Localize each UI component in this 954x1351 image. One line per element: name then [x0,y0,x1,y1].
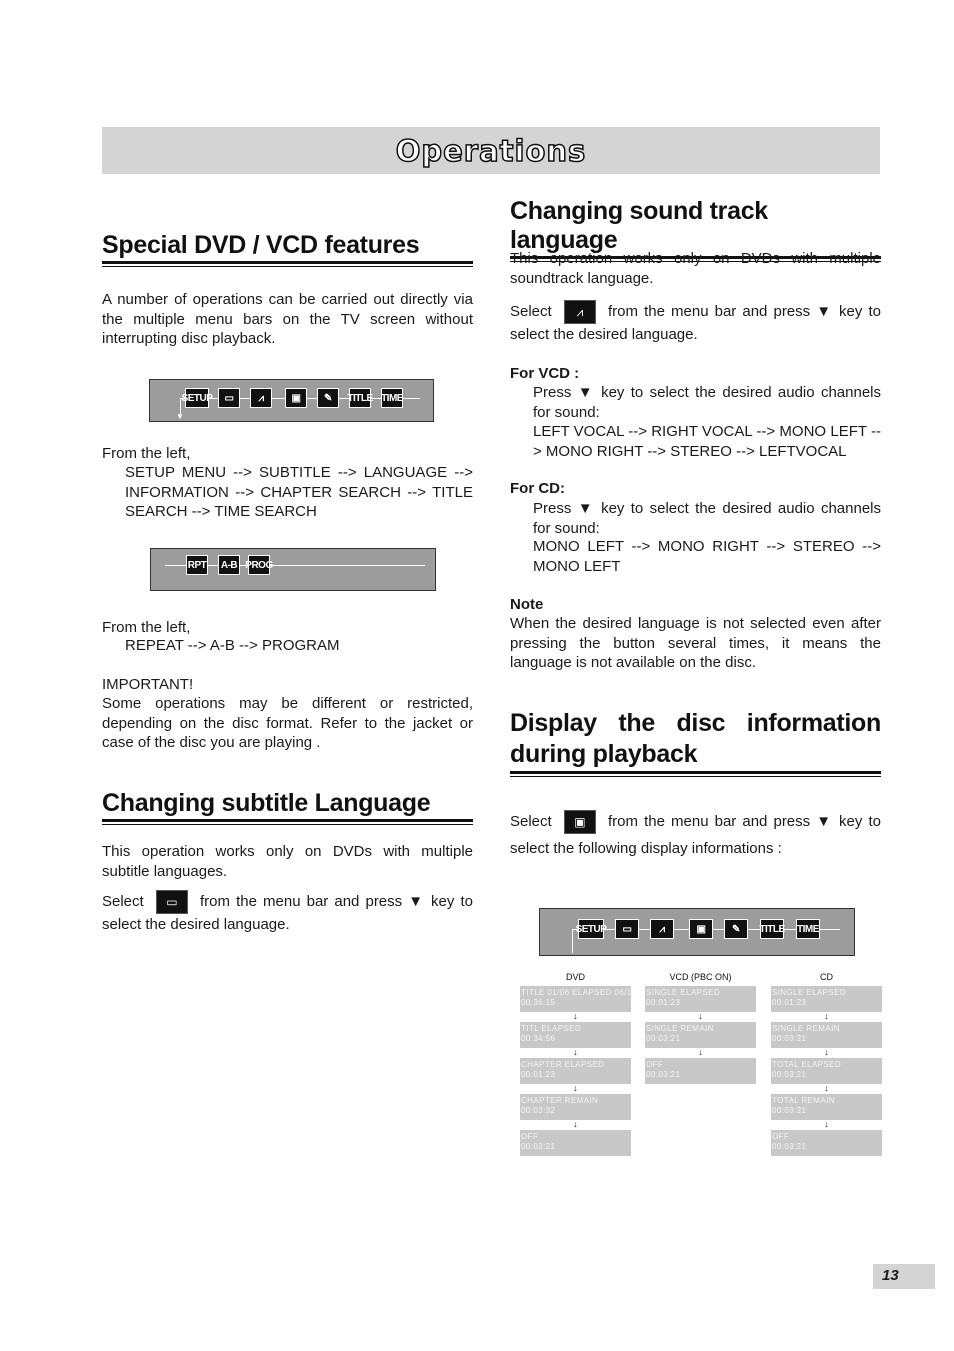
language-icon: ⩘ [563,300,596,324]
chapter-search-icon[interactable]: ✎ [724,919,748,939]
display-mode-box: TOTAL ELAPSED 00:03:21 [771,1058,882,1084]
language-icon[interactable]: ⩘ [650,919,674,939]
menu-sequence-2: REPEAT --> A-B --> PROGRAM [125,637,340,654]
time-search-icon[interactable]: TIME [381,388,403,408]
display-mode-box: TITL ELAPSED 00:34:56 [520,1022,631,1048]
main-menu-bar: ▼ SETUP ▭ ⩘ ▣ ✎ TITLE TIME [149,379,434,422]
vcd-text: Press ▼ key to select the desired audio … [533,384,881,421]
subtitle-icon[interactable]: ▭ [218,388,240,408]
display-mode-box: SINGLE ELAPSED 00:01:23 [645,986,756,1012]
display-mode-box: CHAPTER ELAPSED 00:01:23 [520,1058,631,1084]
display-column-cd: CD SINGLE ELAPSED 00:01:23 ↓ SINGLE REMAIN 00… [771,972,882,1156]
display-mode-box: TOTAL REMAIN 00:03:21 [771,1094,882,1120]
subtitle-icon[interactable]: ▭ [615,919,639,939]
page-header: Operations [102,127,880,174]
subtitle-icon: ▭ [155,890,188,914]
title-search-icon[interactable]: TITLE [759,919,785,939]
display-mode-box: CHAPTER REMAIN 00:03:32 [520,1094,631,1120]
display-mode-box: OFF 00:03:21 [520,1130,631,1156]
vcd-sequence: LEFT VOCAL --> RIGHT VOCAL --> MONO LEFT… [533,423,881,460]
heading-subtitle: Changing subtitle Language [102,789,473,825]
note-label: Note [510,596,544,613]
display-mode-box: TITLE 01/06 ELAPSED 06/19 00:36:15 [520,986,631,1012]
chapter-search-icon[interactable]: ✎ [317,388,339,408]
from-left-1: From the left, [102,445,191,462]
heading-display-info: Display the disc information during play… [510,708,881,777]
display-column-vcd-pbc-on: VCD (PBC ON) SINGLE ELAPSED 00:01:23 ↓ SINGL… [645,972,756,1084]
column-title: VCD (PBC ON) [669,972,732,982]
program-icon[interactable]: PROG [245,555,273,575]
language-icon[interactable]: ⩘ [250,388,272,408]
display-mode-box: OFF 00:03:21 [645,1058,756,1084]
information-icon: ▣ [563,810,596,835]
ab-repeat-icon[interactable]: A-B [218,555,240,575]
information-icon[interactable]: ▣ [689,919,713,939]
select-label: Select [510,302,552,320]
display-mode-box: SINGLE ELAPSED 00:01:23 [771,986,882,1012]
column-title: DVD [565,972,585,982]
display-mode-box: SINGLE REMAIN 00:03:21 [771,1022,882,1048]
down-arrow-icon: ↓ [824,1083,829,1093]
from-left-2: From the left, [102,619,191,636]
down-arrow-icon: ↓ [573,1047,578,1057]
display-column-dvd: DVD TITLE 01/06 ELAPSED 06/19 00:36:15 ↓ TIT… [520,972,631,1156]
information-icon[interactable]: ▣ [285,388,307,408]
cd-label: For CD: [510,480,565,497]
column-title: CD [820,972,833,982]
note-text: When the desired language is not selecte… [510,615,881,671]
important-text: Some operations may be different or rest… [102,695,473,751]
down-arrow-icon: ↓ [573,1119,578,1129]
menu-sequence-1: SETUP MENU --> SUBTITLE --> LANGUAGE -->… [125,464,473,520]
down-arrow-icon: ↓ [824,1119,829,1129]
select-label: Select [510,813,552,830]
page-number: 13 [873,1264,935,1289]
time-search-icon[interactable]: TIME [796,919,820,939]
display-mode-box: OFF 00:03:21 [771,1130,882,1156]
down-arrow-icon: ↓ [573,1083,578,1093]
setup-icon[interactable]: SETUP [576,919,607,939]
heading-special-features: Special DVD / VCD features [102,231,473,267]
display-mode-box: SINGLE REMAIN 00:03:21 [645,1022,756,1048]
repeat-icon[interactable]: RPT [186,555,208,575]
down-arrow-icon: ↓ [698,1047,703,1057]
info-menu-bar: SETUP ▭ ⩘ ▣ ✎ TITLE TIME [539,908,855,956]
sound-intro: This operation works only on DVDs with m… [510,250,881,287]
subtitle-intro: This operation works only on DVDs with m… [102,843,473,880]
down-arrow-icon: ↓ [824,1011,829,1021]
secondary-menu-bar: RPT A-B PROG [150,548,436,591]
setup-icon[interactable]: SETUP [182,388,213,408]
select-label: Select [102,892,144,910]
cd-text: Press ▼ key to select the desired audio … [533,500,881,537]
vcd-label: For VCD : [510,365,580,382]
down-arrow-icon: ↓ [573,1011,578,1021]
down-arrow-icon: ↓ [824,1047,829,1057]
important-label: IMPORTANT! [102,676,194,693]
page-title: Operations [395,133,587,169]
special-intro: A number of operations can be carried ou… [102,291,473,347]
cd-sequence: MONO LEFT --> MONO RIGHT --> STEREO --> … [533,538,881,575]
title-search-icon[interactable]: TITLE [347,388,373,408]
down-arrow-icon: ↓ [698,1011,703,1021]
